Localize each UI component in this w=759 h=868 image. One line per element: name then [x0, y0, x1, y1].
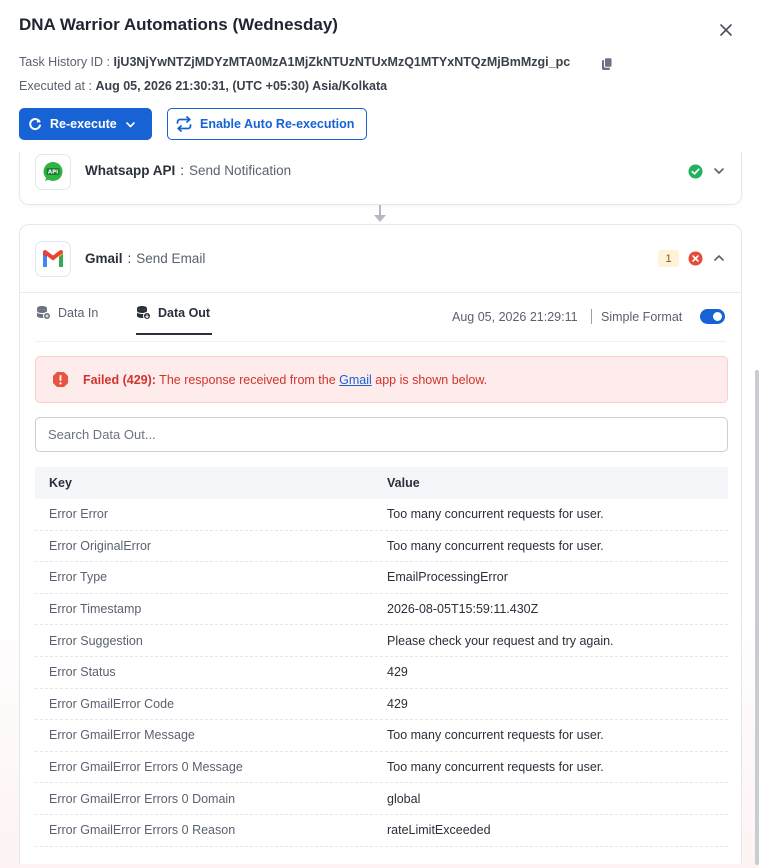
row-key: Error Suggestion [49, 633, 143, 648]
step-title: Whatsapp API: Send Notification [85, 163, 291, 178]
database-in-icon [36, 306, 51, 320]
re-execute-button[interactable]: Re-execute [19, 108, 152, 140]
row-value: Too many concurrent requests for user. [387, 538, 604, 553]
re-execute-label: Re-execute [50, 117, 117, 131]
row-value: 429 [387, 696, 408, 711]
row-value: 429 [387, 665, 408, 680]
table-header: Key Value [35, 467, 728, 499]
row-key: Error GmailError Errors 0 Message [49, 760, 243, 775]
row-value: 2026-08-05T15:59:11.430Z [387, 602, 539, 617]
table-row: Error GmailError Message Too many concurr… [35, 720, 728, 752]
success-check-icon [688, 164, 703, 179]
executed-at-value: Aug 05, 2026 21:30:31, (UTC +05:30) Asia… [95, 79, 388, 93]
row-value: global [387, 791, 421, 806]
toggle-knob [713, 312, 722, 321]
table-row: Error Timestamp 2026-08-05T15:59:11.430Z [35, 594, 728, 626]
row-value: Too many concurrent requests for user. [387, 760, 604, 775]
tab-data-in-label: Data In [58, 305, 99, 320]
enable-auto-reexecution-label: Enable Auto Re-execution [200, 117, 355, 131]
row-value: Too many concurrent requests for user. [387, 728, 604, 743]
error-count-badge: 1 [658, 250, 679, 267]
row-value: Please check your request and try again. [387, 633, 614, 648]
error-alert: Failed (429): The response received from… [35, 356, 728, 403]
step-separator: : [180, 163, 185, 178]
row-key: Error Timestamp [49, 602, 142, 617]
step-card-gmail: Gmail: Send Email 1 Data In Data Out Aug … [19, 224, 742, 864]
row-key: Error GmailError Errors 0 Domain [49, 791, 236, 806]
divider [591, 309, 592, 324]
step-action-name: Send Email [136, 251, 206, 266]
tab-data-out[interactable]: Data Out [136, 305, 210, 320]
row-key: Error Type [49, 570, 108, 585]
copy-icon[interactable] [601, 57, 613, 71]
gmail-icon [43, 250, 63, 267]
data-out-table: Key Value Error Error Too many concurrent… [35, 467, 728, 847]
executed-at-label: Executed at : [19, 79, 96, 93]
step-title: Gmail: Send Email [85, 251, 205, 266]
step-execution-time: Aug 05, 2026 21:29:11 [452, 310, 578, 324]
task-history-header: DNA Warrior Automations (Wednesday) Task… [0, 0, 759, 156]
page-title: DNA Warrior Automations (Wednesday) [19, 15, 338, 34]
executed-at: Executed at : Aug 05, 2026 21:30:31, (UT… [19, 79, 387, 93]
chevron-down-icon [125, 121, 135, 127]
svg-text:API: API [48, 170, 58, 176]
database-out-icon [136, 306, 151, 320]
row-value: EmailProcessingError [387, 570, 508, 585]
step-separator: : [127, 251, 132, 266]
close-button[interactable] [714, 18, 738, 42]
table-row: Error GmailError Code 429 [35, 689, 728, 721]
alert-icon [53, 372, 68, 387]
table-row: Error GmailError Errors 0 Reason rateLimi… [35, 815, 728, 847]
whatsapp-api-logo: API [35, 154, 71, 190]
step-connector-arrow-icon [374, 205, 386, 222]
gmail-link[interactable]: Gmail [339, 373, 372, 387]
simple-format-toggle[interactable] [700, 309, 725, 324]
column-header-value: Value [387, 476, 420, 490]
error-x-icon [688, 251, 703, 266]
row-value: rateLimitExceeded [387, 823, 491, 838]
task-history-id: Task History ID : IjU3NjYwNTZjMDYzMTA0Mz… [19, 55, 570, 69]
alert-prefix: Failed (429): [83, 373, 156, 387]
active-tab-indicator [136, 333, 212, 335]
table-row: Error OriginalError Too many concurrent r… [35, 531, 728, 563]
alert-text-after: app is shown below. [371, 373, 488, 387]
row-value: Too many concurrent requests for user. [387, 507, 604, 522]
row-key: Error Error [49, 507, 109, 522]
row-key: Error Status [49, 665, 116, 680]
scrollbar-thumb[interactable] [755, 370, 759, 865]
row-key: Error OriginalError [49, 538, 152, 553]
enable-auto-reexecution-button[interactable]: Enable Auto Re-execution [167, 108, 367, 140]
gmail-logo [35, 241, 71, 277]
task-history-label: Task History ID : [19, 55, 114, 69]
step-action-name: Send Notification [189, 163, 292, 178]
close-icon [720, 24, 732, 36]
step-app-name: Whatsapp API [85, 163, 176, 178]
card-divider [20, 292, 741, 293]
alert-text-before: The response received from the [155, 373, 340, 387]
search-data-out-input[interactable] [35, 417, 728, 452]
table-row: Error GmailError Errors 0 Message Too man… [35, 752, 728, 784]
step-app-name: Gmail [85, 251, 123, 266]
row-key: Error GmailError Errors 0 Reason [49, 823, 236, 838]
collapse-chevron-icon[interactable] [712, 251, 726, 265]
alert-message: Failed (429): The response received from… [83, 373, 487, 387]
table-row: Error Suggestion Please check your reques… [35, 625, 728, 657]
table-row: Error GmailError Errors 0 Domain global [35, 783, 728, 815]
tab-data-in[interactable]: Data In [36, 305, 98, 320]
simple-format-label: Simple Format [601, 310, 683, 324]
table-row: Error Type EmailProcessingError [35, 562, 728, 594]
table-row: Error Error Too many concurrent requests … [35, 499, 728, 531]
repeat-icon [176, 116, 192, 132]
table-row: Error Status 429 [35, 657, 728, 689]
whatsapp-api-icon: API [43, 162, 63, 181]
expand-chevron-icon[interactable] [712, 164, 726, 178]
step-card-whatsapp[interactable]: API Whatsapp API: Send Notification [19, 152, 742, 205]
tab-data-out-label: Data Out [158, 305, 211, 320]
row-key: Error GmailError Code [49, 696, 175, 711]
refresh-icon [29, 118, 41, 130]
column-header-key: Key [49, 476, 72, 490]
row-key: Error GmailError Message [49, 728, 195, 743]
task-history-value: IjU3NjYwNTZjMDYzMTA0MzA1MjZkNTUzNTUxMzQ1… [113, 55, 571, 69]
tabs-divider [35, 341, 726, 342]
